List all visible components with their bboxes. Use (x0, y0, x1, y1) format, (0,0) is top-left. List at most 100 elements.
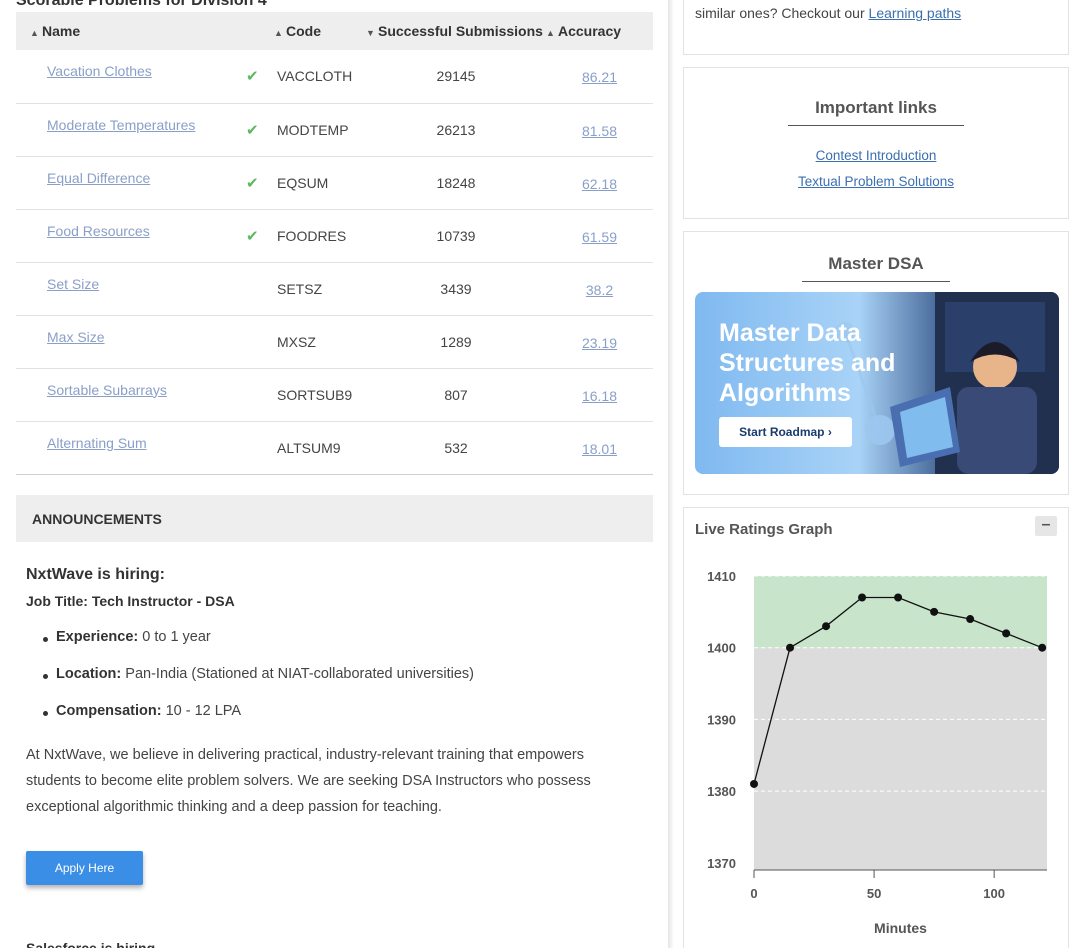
problem-code: MODTEMP (274, 103, 366, 157)
y-tick-label: 1400 (707, 641, 736, 656)
successful-count: 532 (366, 421, 546, 475)
important-links-card: Important links Contest Introduction Tex… (683, 67, 1069, 219)
main-content: Scorable Problems for Division 4 ▲ Name ▲… (0, 0, 670, 948)
accuracy-link[interactable]: 61.59 (582, 229, 617, 245)
code-column-header[interactable]: ▲ Code (274, 12, 366, 50)
table-row: Set Size SETSZ 3439 38.2 (16, 262, 653, 316)
textual-solutions-link[interactable]: Textual Problem Solutions (684, 169, 1068, 195)
problem-name-link[interactable]: Set Size (16, 276, 246, 292)
live-ratings-card: Live Ratings Graph – 1370 1380 1390 1400 141… (683, 507, 1069, 948)
column-divider (668, 0, 674, 948)
problem-code: MXSZ (274, 315, 366, 369)
x-tick-label: 50 (867, 886, 881, 901)
sort-icon[interactable]: ▲ (30, 28, 42, 38)
next-announcement-title: Salesforce is hiring (26, 940, 156, 948)
master-dsa-title: Master DSA (828, 254, 924, 273)
table-row: Max Size MXSZ 1289 23.19 (16, 315, 653, 369)
above-baseline-area (754, 576, 1047, 648)
list-item: Compensation: 10 - 12 LPA (26, 703, 636, 740)
problem-code: ALTSUM9 (274, 421, 366, 475)
successful-count: 1289 (366, 315, 546, 369)
problems-table: ▲ Name ▲ Code ▼ Successful Submissions ▲ Acc… (16, 12, 653, 475)
learning-paths-link[interactable]: Learning paths (869, 5, 962, 21)
accuracy-link[interactable]: 62.18 (582, 176, 617, 192)
rating-point (966, 615, 975, 624)
y-tick-label: 1370 (707, 856, 736, 871)
accuracy-link[interactable]: 18.01 (582, 441, 617, 457)
list-item: Location: Pan-India (Stationed at NIAT-c… (26, 666, 636, 703)
rating-point (858, 593, 867, 602)
problem-name-link[interactable]: Vacation Clothes (16, 63, 246, 79)
sort-icon[interactable]: ▲ (546, 28, 558, 38)
problem-name-link[interactable]: Max Size (16, 329, 246, 345)
important-links-title: Important links (815, 98, 937, 117)
section-title: Scorable Problems for Division 4 (16, 0, 267, 9)
table-row: Equal Difference ✔ EQSUM 18248 62.18 (16, 156, 653, 210)
successful-column-header[interactable]: ▼ Successful Submissions (366, 12, 546, 50)
successful-count: 10739 (366, 209, 546, 263)
problem-code: EQSUM (274, 156, 366, 210)
problem-name-link[interactable]: Moderate Temperatures (16, 117, 246, 133)
table-header-row: ▲ Name ▲ Code ▼ Successful Submissions ▲ Acc… (16, 12, 653, 50)
x-tick-label: 0 (750, 886, 757, 901)
accuracy-link[interactable]: 38.2 (586, 282, 613, 298)
problem-name-link[interactable]: Food Resources (16, 223, 246, 239)
rating-point (1002, 629, 1011, 638)
name-column-header[interactable]: ▲ Name (16, 12, 246, 50)
title-underline (788, 125, 964, 126)
hiring-title: NxtWave is hiring: (26, 566, 165, 583)
check-icon: ✔ (246, 227, 259, 245)
ratings-chart: 1370 1380 1390 1400 1410 0 50 100 Minutes (707, 569, 1047, 936)
problem-name-link[interactable]: Alternating Sum (16, 435, 246, 451)
list-item: Experience: 0 to 1 year (26, 629, 636, 666)
x-axis-label: Minutes (874, 920, 927, 936)
announcement-body: NxtWave is hiring: Job Title: Tech Instr… (26, 566, 636, 820)
y-tick-label: 1390 (707, 712, 736, 727)
table-row: Moderate Temperatures ✔ MODTEMP 26213 81.58 (16, 103, 653, 157)
successful-count: 26213 (366, 103, 546, 157)
table-row: Sortable Subarrays SORTSUB9 807 16.18 (16, 368, 653, 422)
check-icon: ✔ (246, 68, 259, 86)
check-icon: ✔ (246, 174, 259, 192)
announcements-header[interactable]: ANNOUNCEMENTS (16, 495, 653, 542)
rating-point (930, 607, 939, 616)
chevron-right-icon: › (827, 425, 832, 439)
rating-point (786, 643, 795, 652)
announcement-paragraph: At NxtWave, we believe in delivering pra… (26, 747, 591, 815)
accuracy-link[interactable]: 81.58 (582, 123, 617, 139)
problem-name-link[interactable]: Sortable Subarrays (16, 382, 246, 398)
accuracy-link[interactable]: 86.21 (582, 69, 617, 85)
sort-down-icon[interactable]: ▼ (366, 28, 378, 38)
successful-count: 29145 (366, 50, 546, 104)
learning-paths-card: similar ones? Checkout our Learning path… (683, 0, 1069, 55)
accuracy-link[interactable]: 16.18 (582, 388, 617, 404)
master-dsa-banner[interactable]: Master Data Structures and Algorithms St… (695, 292, 1059, 474)
job-title: Job Title: Tech Instructor - DSA (26, 593, 235, 609)
successful-count: 3439 (366, 262, 546, 316)
rating-point (750, 779, 758, 788)
successful-count: 807 (366, 368, 546, 422)
apply-here-button[interactable]: Apply Here (26, 851, 143, 885)
accuracy-column-header[interactable]: ▲ Accuracy (546, 12, 653, 50)
table-row: Vacation Clothes ✔ VACCLOTH 29145 86.21 (16, 50, 653, 104)
start-roadmap-button[interactable]: Start Roadmap › (719, 417, 852, 447)
y-tick-label: 1380 (707, 784, 736, 799)
table-row: Alternating Sum ALTSUM9 532 18.01 (16, 421, 653, 475)
y-tick-label: 1410 (707, 569, 736, 584)
sort-icon[interactable]: ▲ (274, 28, 286, 38)
accuracy-link[interactable]: 23.19 (582, 335, 617, 351)
master-dsa-card: Master DSA Master Data Structures and Al… (683, 231, 1069, 495)
problem-code: FOODRES (274, 209, 366, 263)
job-details-list: Experience: 0 to 1 year Location: Pan-In… (26, 629, 636, 740)
below-baseline-area (754, 647, 1047, 870)
contest-introduction-link[interactable]: Contest Introduction (684, 143, 1068, 169)
table-row: Food Resources ✔ FOODRES 10739 61.59 (16, 209, 653, 263)
rating-point (822, 622, 831, 631)
title-underline (802, 281, 950, 282)
x-tick-label: 100 (983, 886, 1005, 901)
problem-code: SORTSUB9 (274, 368, 366, 422)
problem-name-link[interactable]: Equal Difference (16, 170, 246, 186)
rating-point (1038, 643, 1047, 652)
problem-code: SETSZ (274, 262, 366, 316)
check-icon: ✔ (246, 121, 259, 139)
